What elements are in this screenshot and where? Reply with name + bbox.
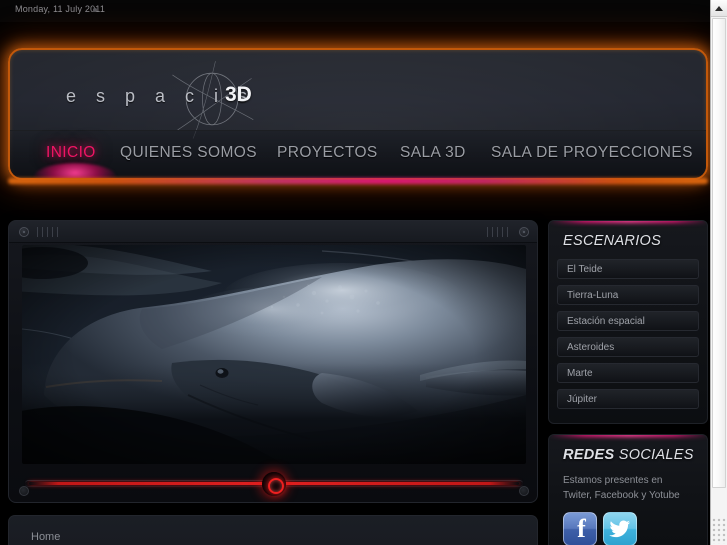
date-bar: Monday, 11 July 2011 [0,0,710,22]
header-panel: e s p a c i s 3D INICIO QUIENES SOMOS PR… [8,48,708,180]
twitter-icon[interactable] [603,512,637,545]
player-titlebar [9,221,537,243]
video-player[interactable] [8,220,538,503]
sidebar-item-asteroides[interactable]: Asteroides [557,337,699,357]
nav-item-sala-3d[interactable]: SALA 3D [400,144,466,162]
header-accent-bar [8,178,708,184]
escenarios-title: ESCENARIOS [563,233,662,249]
redes-title-light: SOCIALES [614,447,694,463]
whale-image [22,245,526,464]
control-right-knob[interactable] [519,486,529,496]
logo-3d-text: 3D [225,83,252,106]
date-separator-dot [93,8,97,12]
panel-top-glow [549,435,707,437]
facebook-icon[interactable]: f [563,512,597,545]
nav-item-quienes-somos[interactable]: QUIENES SOMOS [120,144,257,162]
player-controls [9,464,537,502]
panel-escenarios: ESCENARIOS El Teide Tierra-Luna Estación… [548,220,708,424]
nav-item-sala-de-proyecciones[interactable]: SALA DE PROYECCIONES [491,144,693,162]
current-date-label: Monday, 11 July 2011 [15,4,106,14]
sidebar-item-label: Estación espacial [567,316,645,327]
lower-panel-title: Home [31,531,61,543]
player-grip-left-icon [37,227,61,237]
sidebar-item-jupiter[interactable]: Júpiter [557,389,699,409]
sidebar-item-tierra-luna[interactable]: Tierra-Luna [557,285,699,305]
window-resize-grip[interactable] [712,518,727,544]
player-grip-right-icon [487,227,511,237]
nav-item-inicio[interactable]: INICIO [46,144,96,162]
escenarios-list: El Teide Tierra-Luna Estación espacial A… [549,259,707,423]
sidebar-item-label: El Teide [567,264,603,275]
player-screen[interactable] [22,245,526,464]
redes-title: REDES SOCIALES [549,435,707,473]
redes-body: Estamos presentes en Twiter, Facebook y … [549,473,707,545]
scroll-up-arrow-icon[interactable] [711,0,727,17]
nav-item-proyectos[interactable]: PROYECTOS [277,144,378,162]
control-left-knob[interactable] [19,486,29,496]
panel-top-glow [549,221,707,223]
sidebar-item-label: Júpiter [567,394,598,405]
twitter-bird-shape [609,520,631,538]
browser-viewport: Monday, 11 July 2011 e s p a c i s 3D IN… [0,0,727,545]
panel-redes-sociales: REDES SOCIALES Estamos presentes en Twit… [548,434,708,545]
redes-title-bold: REDES [563,447,615,463]
lower-content-panel: Home [8,515,538,545]
facebook-glyph: f [577,513,586,543]
redes-description: Estamos presentes en Twiter, Facebook y … [563,475,680,501]
social-icons-row: f [563,512,693,545]
player-power-right-icon[interactable] [519,227,529,237]
vertical-scrollbar[interactable] [710,0,727,545]
scrollbar-thumb[interactable] [712,18,726,488]
sidebar-item-estacion-espacial[interactable]: Estación espacial [557,311,699,331]
player-power-left-icon[interactable] [19,227,29,237]
sidebar-item-marte[interactable]: Marte [557,363,699,383]
webpage: Monday, 11 July 2011 e s p a c i s 3D IN… [0,0,710,545]
site-logo[interactable]: e s p a c i s 3D [66,61,306,139]
sidebar: ESCENARIOS El Teide Tierra-Luna Estación… [548,220,708,545]
main-navigation: INICIO QUIENES SOMOS PROYECTOS SALA 3D S… [10,130,706,178]
site-header: e s p a c i s 3D INICIO QUIENES SOMOS PR… [8,48,708,180]
twitter-glyph [604,513,636,545]
content-area: Home ESCENARIOS El Teide Tierra-Luna Est… [8,220,708,545]
sidebar-item-el-teide[interactable]: El Teide [557,259,699,279]
sidebar-item-label: Asteroides [567,342,615,353]
sidebar-item-label: Tierra-Luna [567,290,619,301]
sidebar-item-label: Marte [567,368,593,379]
play-pause-button[interactable] [262,472,286,496]
scroll-up-arrow-glyph [715,6,723,11]
